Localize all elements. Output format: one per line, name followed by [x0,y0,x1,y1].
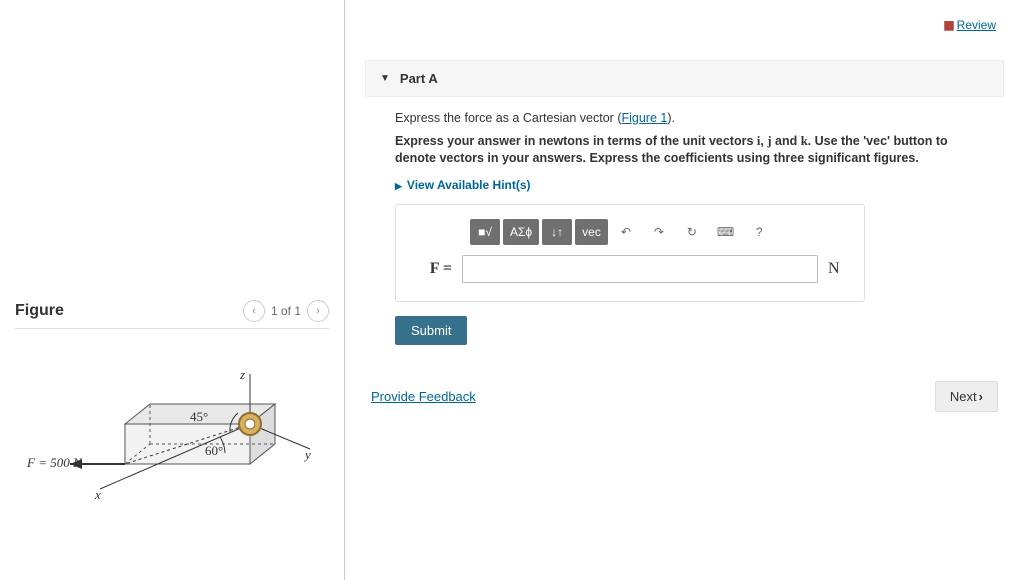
figure-counter: 1 of 1 [271,304,301,318]
subsup-button[interactable]: ↓↑ [542,219,572,245]
figure-next-button[interactable]: › [307,300,329,322]
question-panel: ▮▮Review ▼ Part A Express the force as a… [345,0,1024,580]
equation-toolbar: ■√ ΑΣϕ ↓↑ vec ↶ ↷ ↻ ⌨ ? [470,219,848,245]
prompt-text: Express the force as a Cartesian vector … [395,111,986,125]
undo-button[interactable]: ↶ [611,219,641,245]
greek-button[interactable]: ΑΣϕ [503,219,539,245]
figure-diagram: z y x 45° 60° F = 500 N [15,369,315,529]
axis-z-label: z [240,367,245,383]
provide-feedback-link[interactable]: Provide Feedback [371,389,476,404]
redo-button[interactable]: ↷ [644,219,674,245]
vec-button[interactable]: vec [575,219,608,245]
next-button[interactable]: Next› [935,381,998,412]
figure-panel: Figure ‹ 1 of 1 › [0,0,345,580]
figure-link[interactable]: Figure 1 [621,111,667,125]
caret-down-icon: ▼ [380,73,390,84]
force-label: F = 500 N [27,455,82,471]
figure-prev-button[interactable]: ‹ [243,300,265,322]
submit-button[interactable]: Submit [395,316,467,345]
help-button[interactable]: ? [744,219,774,245]
keyboard-button[interactable]: ⌨ [710,219,741,245]
chevron-right-icon: › [979,389,983,404]
figure-pager: ‹ 1 of 1 › [243,300,329,322]
reset-button[interactable]: ↻ [677,219,707,245]
part-header[interactable]: ▼ Part A [365,60,1004,97]
answer-box: ■√ ΑΣϕ ↓↑ vec ↶ ↷ ↻ ⌨ ? F = N [395,204,865,302]
axis-y-label: y [305,447,311,463]
figure-heading: Figure [15,302,64,320]
angle-45-label: 45° [190,409,208,425]
review-link[interactable]: ▮▮Review [943,18,996,32]
templates-button[interactable]: ■√ [470,219,500,245]
pause-icon: ▮▮ [943,18,952,32]
view-hints-toggle[interactable]: View Available Hint(s) [395,178,531,192]
axis-x-label: x [95,487,101,503]
equation-lhs: F = [412,260,452,278]
answer-input[interactable] [462,255,818,283]
unit-label: N [828,260,848,278]
instruction-text: Express your answer in newtons in terms … [395,133,986,167]
angle-60-label: 60° [205,443,223,459]
part-label: Part A [400,71,438,86]
